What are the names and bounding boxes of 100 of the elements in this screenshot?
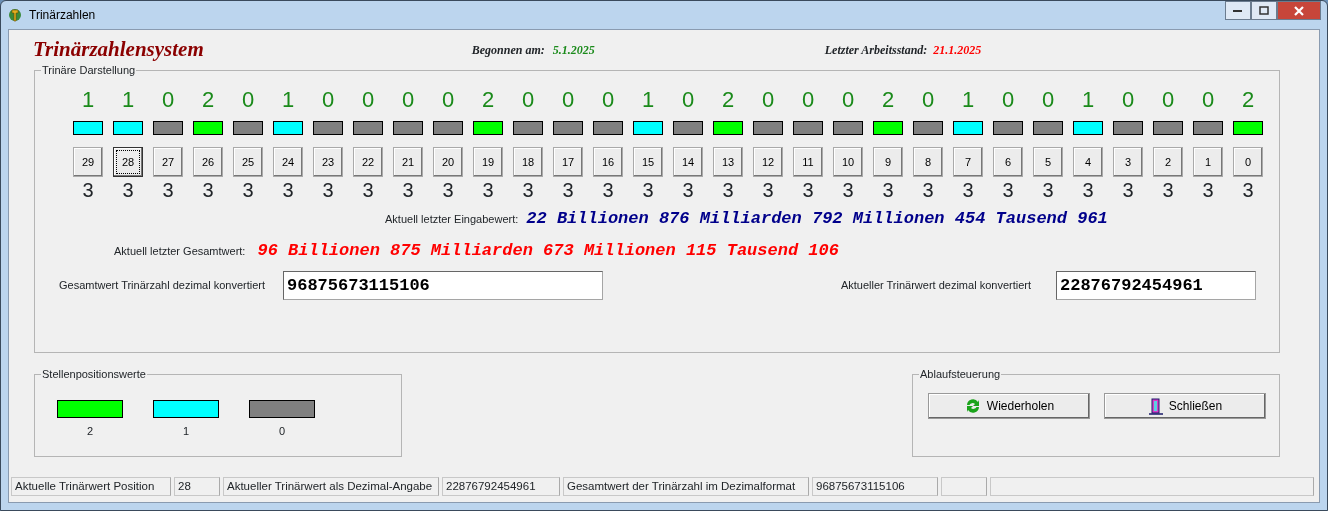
base-digit: 3	[202, 178, 214, 203]
base-digit: 3	[1042, 178, 1054, 203]
trinary-digit: 2	[481, 86, 495, 114]
position-button[interactable]: 21	[393, 147, 423, 177]
close-button[interactable]: Schließen	[1104, 393, 1266, 419]
minimize-button[interactable]	[1225, 1, 1251, 20]
started-label: Begonnen am:	[471, 42, 545, 59]
legend-label: 0	[278, 424, 286, 439]
current-decimal-field[interactable]: 22876792454961	[1056, 271, 1256, 300]
trinary-digit: 2	[201, 86, 215, 114]
position-button[interactable]: 16	[593, 147, 623, 177]
trinary-digit: 2	[1241, 86, 1255, 114]
maximize-icon	[1259, 6, 1269, 15]
position-button[interactable]: 7	[953, 147, 983, 177]
trinary-digit: 0	[361, 86, 375, 114]
position-button[interactable]: 8	[913, 147, 943, 177]
status-panel: 22876792454961	[442, 477, 560, 496]
base-digit: 3	[282, 178, 294, 203]
status-panel: 96875673115106	[812, 477, 938, 496]
base-digit: 3	[762, 178, 774, 203]
base-digit: 3	[962, 178, 974, 203]
position-button[interactable]: 12	[753, 147, 783, 177]
trinary-digit: 0	[761, 86, 775, 114]
position-button[interactable]: 24	[273, 147, 303, 177]
position-button[interactable]: 9	[873, 147, 903, 177]
base-digit: 3	[522, 178, 534, 203]
legend-label: 1	[182, 424, 190, 439]
input-value-words: 22 Billionen 876 Milliarden 792 Millionen 454 Tausend 961	[526, 208, 1108, 231]
position-button[interactable]: 29	[73, 147, 103, 177]
trinary-digit: 0	[921, 86, 935, 114]
base-digit: 3	[482, 178, 494, 203]
trinary-digit: 0	[841, 86, 855, 114]
base-digit: 3	[1202, 178, 1214, 203]
base-digit: 3	[882, 178, 894, 203]
position-button[interactable]: 4	[1073, 147, 1103, 177]
position-button[interactable]: 25	[233, 147, 263, 177]
base-digit: 3	[642, 178, 654, 203]
total-decimal-field[interactable]: 96875673115106	[283, 271, 603, 300]
position-button[interactable]: 1	[1193, 147, 1223, 177]
window-title: Trinärzahlen	[29, 7, 96, 24]
position-button[interactable]: 23	[313, 147, 343, 177]
trinary-digit: 0	[681, 86, 695, 114]
position-button[interactable]: 11	[793, 147, 823, 177]
status-panel: Aktueller Trinärwert als Dezimal-Angabe	[223, 477, 439, 496]
position-button[interactable]: 0	[1233, 147, 1263, 177]
current-decimal-label: Aktueller Trinärwert dezimal konvertiert	[840, 278, 1031, 294]
base-digit: 3	[1162, 178, 1174, 203]
position-button[interactable]: 2	[1153, 147, 1183, 177]
base-digit: 3	[1082, 178, 1094, 203]
trinary-digit: 1	[81, 86, 95, 114]
trinary-digit: 2	[721, 86, 735, 114]
trinary-digit: 1	[1081, 86, 1095, 114]
trinary-digit: 0	[441, 86, 455, 114]
base-digit: 3	[122, 178, 134, 203]
trinary-digit: 0	[801, 86, 815, 114]
position-button[interactable]: 10	[833, 147, 863, 177]
base-digit: 3	[562, 178, 574, 203]
input-value-label: Aktuell letzter Eingabewert:	[385, 211, 519, 227]
position-button[interactable]: 6	[993, 147, 1023, 177]
base-digit: 3	[362, 178, 374, 203]
base-digit: 3	[402, 178, 414, 203]
legend-label: 2	[86, 424, 94, 439]
base-digit: 3	[922, 178, 934, 203]
group-label: Stellenpositionswerte	[41, 367, 147, 381]
trinary-digit: 2	[881, 86, 895, 114]
position-button[interactable]: 19	[473, 147, 503, 177]
app-icon	[7, 7, 23, 23]
maximize-button[interactable]	[1251, 1, 1277, 20]
base-digit: 3	[602, 178, 614, 203]
position-button[interactable]: 5	[1033, 147, 1063, 177]
position-button[interactable]: 26	[193, 147, 223, 177]
trinary-digit: 0	[321, 86, 335, 114]
trinary-digit: 1	[281, 86, 295, 114]
position-button[interactable]: 28	[113, 147, 143, 177]
position-button[interactable]: 18	[513, 147, 543, 177]
position-button[interactable]: 3	[1113, 147, 1143, 177]
group-label: Ablaufsteuerung	[919, 367, 1002, 381]
base-digit: 3	[1002, 178, 1014, 203]
total-value-words: 96 Billionen 875 Milliarden 673 Millionen 115 Tausend 106	[257, 240, 839, 263]
base-digit: 3	[162, 178, 174, 203]
status-panel: 28	[174, 477, 220, 496]
trinary-digit: 0	[1201, 86, 1215, 114]
group-label: Trinäre Darstellung	[41, 63, 137, 77]
repeat-button[interactable]: Wiederholen	[928, 393, 1090, 419]
position-button[interactable]: 15	[633, 147, 663, 177]
position-button[interactable]: 20	[433, 147, 463, 177]
trinary-digit: 0	[1161, 86, 1175, 114]
trinary-digit: 0	[1001, 86, 1015, 114]
base-digit: 3	[722, 178, 734, 203]
position-button[interactable]: 17	[553, 147, 583, 177]
door-icon	[1147, 397, 1164, 415]
position-button[interactable]: 13	[713, 147, 743, 177]
position-button[interactable]: 22	[353, 147, 383, 177]
position-button[interactable]: 14	[673, 147, 703, 177]
status-panel	[941, 477, 987, 496]
base-digit: 3	[322, 178, 334, 203]
close-icon	[1293, 5, 1305, 16]
position-button[interactable]: 27	[153, 147, 183, 177]
trinary-digit: 0	[241, 86, 255, 114]
close-button[interactable]	[1277, 1, 1321, 20]
